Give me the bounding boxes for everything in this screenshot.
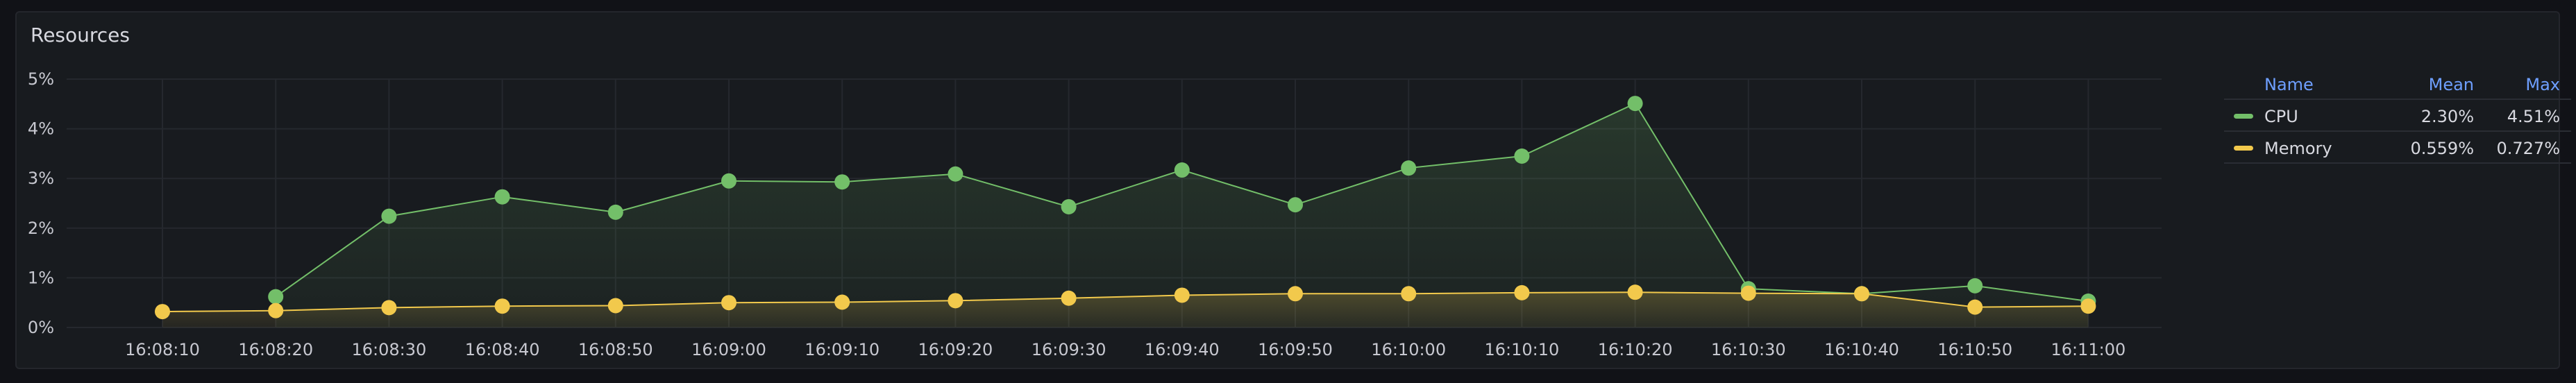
data-point-memory [1514, 284, 1530, 300]
x-tick-label: 16:08:10 [125, 340, 200, 359]
data-point-cpu [1514, 148, 1530, 164]
data-point-memory [494, 298, 510, 314]
data-point-memory [2080, 298, 2096, 314]
data-point-cpu [1061, 199, 1077, 215]
data-point-memory [721, 295, 736, 311]
x-tick-label: 16:10:30 [1711, 340, 1786, 359]
legend-header: Name Mean Max [2224, 68, 2571, 100]
legend-series-max: 4.51% [2507, 107, 2560, 126]
data-point-cpu [607, 204, 623, 220]
data-point-cpu [1967, 278, 1983, 293]
chart-series [155, 96, 2096, 327]
data-point-cpu [494, 189, 510, 205]
legend-series-mean: 0.559% [2410, 139, 2474, 158]
y-tick-label: 2% [28, 219, 54, 238]
legend-series-mean: 2.30% [2421, 107, 2474, 126]
x-tick-label: 16:10:00 [1371, 340, 1446, 359]
data-point-cpu [948, 166, 963, 182]
x-tick-label: 16:09:20 [918, 340, 993, 359]
x-tick-label: 16:08:30 [352, 340, 427, 359]
x-tick-label: 16:10:10 [1485, 340, 1560, 359]
x-axis: 16:08:10 16:08:20 16:08:30 16:08:40 16:08:50… [125, 340, 2125, 359]
data-point-memory [1401, 286, 1417, 302]
data-point-memory [381, 300, 397, 316]
y-tick-label: 3% [28, 169, 54, 188]
x-tick-label: 16:09:40 [1145, 340, 1220, 359]
legend-swatch-memory [2234, 146, 2253, 151]
data-point-cpu [1288, 197, 1303, 213]
x-tick-label: 16:08:40 [465, 340, 540, 359]
data-point-cpu [381, 208, 397, 224]
data-point-memory [1740, 285, 1756, 301]
data-point-cpu [834, 174, 850, 190]
data-point-cpu [1627, 96, 1643, 112]
x-tick-label: 16:11:00 [2051, 340, 2126, 359]
data-point-memory [268, 303, 284, 318]
y-tick-label: 4% [28, 119, 54, 139]
data-point-memory [607, 298, 623, 314]
legend-header-name[interactable]: Name [2264, 75, 2314, 94]
y-axis: 0% 1% 2% 3% 4% 5% [28, 69, 54, 337]
resources-chart: 0%1%2%3%4%5% 16:08:10 16:08:20 16:08:30 16:… [28, 69, 2162, 359]
data-point-cpu [721, 173, 736, 189]
y-tick-label: 5% [28, 69, 54, 89]
x-tick-label: 16:09:00 [691, 340, 766, 359]
legend-row-memory[interactable]: Memory 0.559% 0.727% [2224, 132, 2571, 164]
x-tick-label: 16:09:50 [1258, 340, 1333, 359]
x-tick-label: 16:10:50 [1937, 340, 2012, 359]
legend-series-name: Memory [2264, 139, 2332, 158]
resources-panel: Resources 0% 1% 2% 3% 4% 5% 16:08:10 16:08:20 1… [15, 11, 2571, 369]
data-point-memory [1061, 290, 1077, 306]
x-tick-label: 16:08:50 [578, 340, 653, 359]
x-tick-label: 16:09:10 [805, 340, 879, 359]
data-point-memory [948, 293, 963, 309]
data-point-memory [1627, 284, 1643, 300]
y-tick-label: 1% [28, 268, 54, 287]
y-tick-label: 0% [28, 318, 54, 337]
legend-row-cpu[interactable]: CPU 2.30% 4.51% [2224, 100, 2571, 132]
data-point-cpu [1174, 162, 1190, 178]
legend-series-max: 0.727% [2496, 139, 2560, 158]
legend-header-max[interactable]: Max [2525, 75, 2560, 94]
data-point-memory [1967, 299, 1983, 315]
legend-series-name: CPU [2264, 107, 2298, 126]
legend-header-mean[interactable]: Mean [2429, 75, 2474, 94]
data-point-memory [155, 304, 170, 320]
x-tick-label: 16:10:20 [1598, 340, 1673, 359]
chart-legend: Name Mean Max CPU 2.30% 4.51% Memory 0.5… [2224, 68, 2571, 164]
data-point-memory [1288, 286, 1303, 302]
data-point-cpu [268, 289, 284, 305]
x-tick-label: 16:08:20 [238, 340, 313, 359]
data-point-memory [1854, 286, 1869, 302]
data-point-cpu [1401, 160, 1417, 176]
x-tick-label: 16:10:40 [1824, 340, 1899, 359]
data-point-memory [1174, 287, 1190, 303]
x-tick-label: 16:09:30 [1032, 340, 1106, 359]
data-point-memory [834, 294, 850, 310]
legend-swatch-cpu [2234, 114, 2253, 119]
